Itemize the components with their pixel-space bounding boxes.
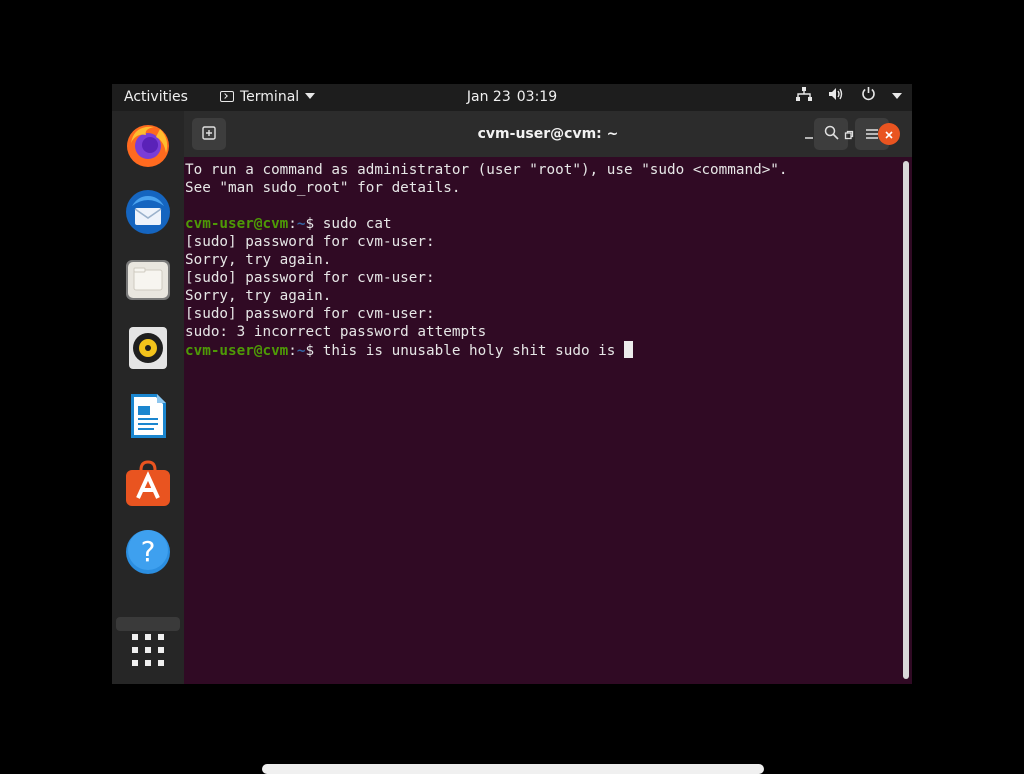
output-text: [sudo] password for cvm-user: (185, 270, 435, 286)
rhythmbox-icon[interactable] (124, 324, 172, 372)
command-text: this is unusable holy shit sudo is (322, 343, 624, 359)
files-icon[interactable] (124, 256, 172, 304)
dock: ? (112, 111, 184, 684)
prompt-path: ~ (296, 343, 306, 359)
prompt-user: cvm-user@cvm (185, 216, 289, 232)
terminal-line: sudo: 3 incorrect password attempts (185, 323, 898, 341)
maximize-button[interactable] (838, 123, 860, 145)
restore-icon (844, 125, 854, 144)
minimize-button[interactable] (184, 123, 206, 145)
terminal-line: cvm-user@cvm:~$ sudo cat (185, 215, 898, 233)
power-icon (861, 84, 876, 111)
search-icon (824, 125, 839, 144)
terminal-line: Sorry, try again. (185, 287, 898, 305)
terminal-line: [sudo] password for cvm-user: (185, 233, 898, 251)
network-icon (795, 84, 812, 111)
output-text: Sorry, try again. (185, 252, 332, 268)
terminal-line: cvm-user@cvm:~$ this is unusable holy sh… (185, 341, 898, 359)
output-text: [sudo] password for cvm-user: (185, 306, 435, 322)
output-text: To run a command as administrator (user … (185, 162, 788, 178)
terminal-line: [sudo] password for cvm-user: (185, 269, 898, 287)
terminal-line: To run a command as administrator (user … (185, 161, 898, 179)
libreoffice-writer-icon[interactable] (124, 392, 172, 440)
top-bar: Activities Terminal Jan 23 03:19 (112, 84, 912, 111)
desktop: Activities Terminal Jan 23 03:19 ? cvm-u… (112, 84, 912, 684)
hamburger-menu-icon (865, 125, 879, 144)
ubuntu-software-icon[interactable] (124, 460, 172, 508)
output-text: sudo: 3 incorrect password attempts (185, 324, 487, 340)
volume-icon (828, 84, 844, 111)
minimize-button[interactable] (798, 123, 820, 145)
clock-time: 03:19 (516, 89, 558, 105)
prompt-user: cvm-user@cvm (185, 343, 289, 359)
text-cursor (624, 341, 633, 358)
thunderbird-icon[interactable] (124, 188, 172, 236)
terminal-line: Sorry, try again. (185, 251, 898, 269)
svg-text:?: ? (141, 535, 156, 568)
prompt-symbol: $ (305, 216, 323, 232)
prompt-separator: : (288, 343, 297, 359)
scrollbar[interactable] (903, 161, 909, 679)
output-text: See "man sudo_root" for details. (185, 180, 461, 196)
prompt-symbol: $ (305, 343, 323, 359)
minimize-icon (804, 125, 814, 144)
close-button[interactable] (878, 123, 900, 145)
terminal-line: [sudo] password for cvm-user: (185, 305, 898, 323)
show-apps-icon[interactable] (124, 626, 172, 674)
terminal-window: cvm-user@cvm: ~ To run a command as admi… (184, 111, 912, 684)
command-text: sudo cat (322, 216, 392, 232)
firefox-icon[interactable] (124, 121, 172, 169)
clock-date: Jan 23 (466, 89, 511, 105)
system-tray[interactable] (784, 84, 902, 111)
close-icon (884, 125, 894, 144)
output-text: [sudo] password for cvm-user: (185, 234, 435, 250)
prompt-separator: : (288, 216, 297, 232)
help-icon[interactable]: ? (124, 528, 172, 576)
output-text: Sorry, try again. (185, 288, 332, 304)
prompt-path: ~ (296, 216, 306, 232)
bottom-bar (262, 764, 764, 774)
chevron-down-icon (892, 84, 902, 111)
terminal-line: See "man sudo_root" for details. (185, 179, 898, 197)
terminal-output[interactable]: To run a command as administrator (user … (184, 157, 898, 684)
